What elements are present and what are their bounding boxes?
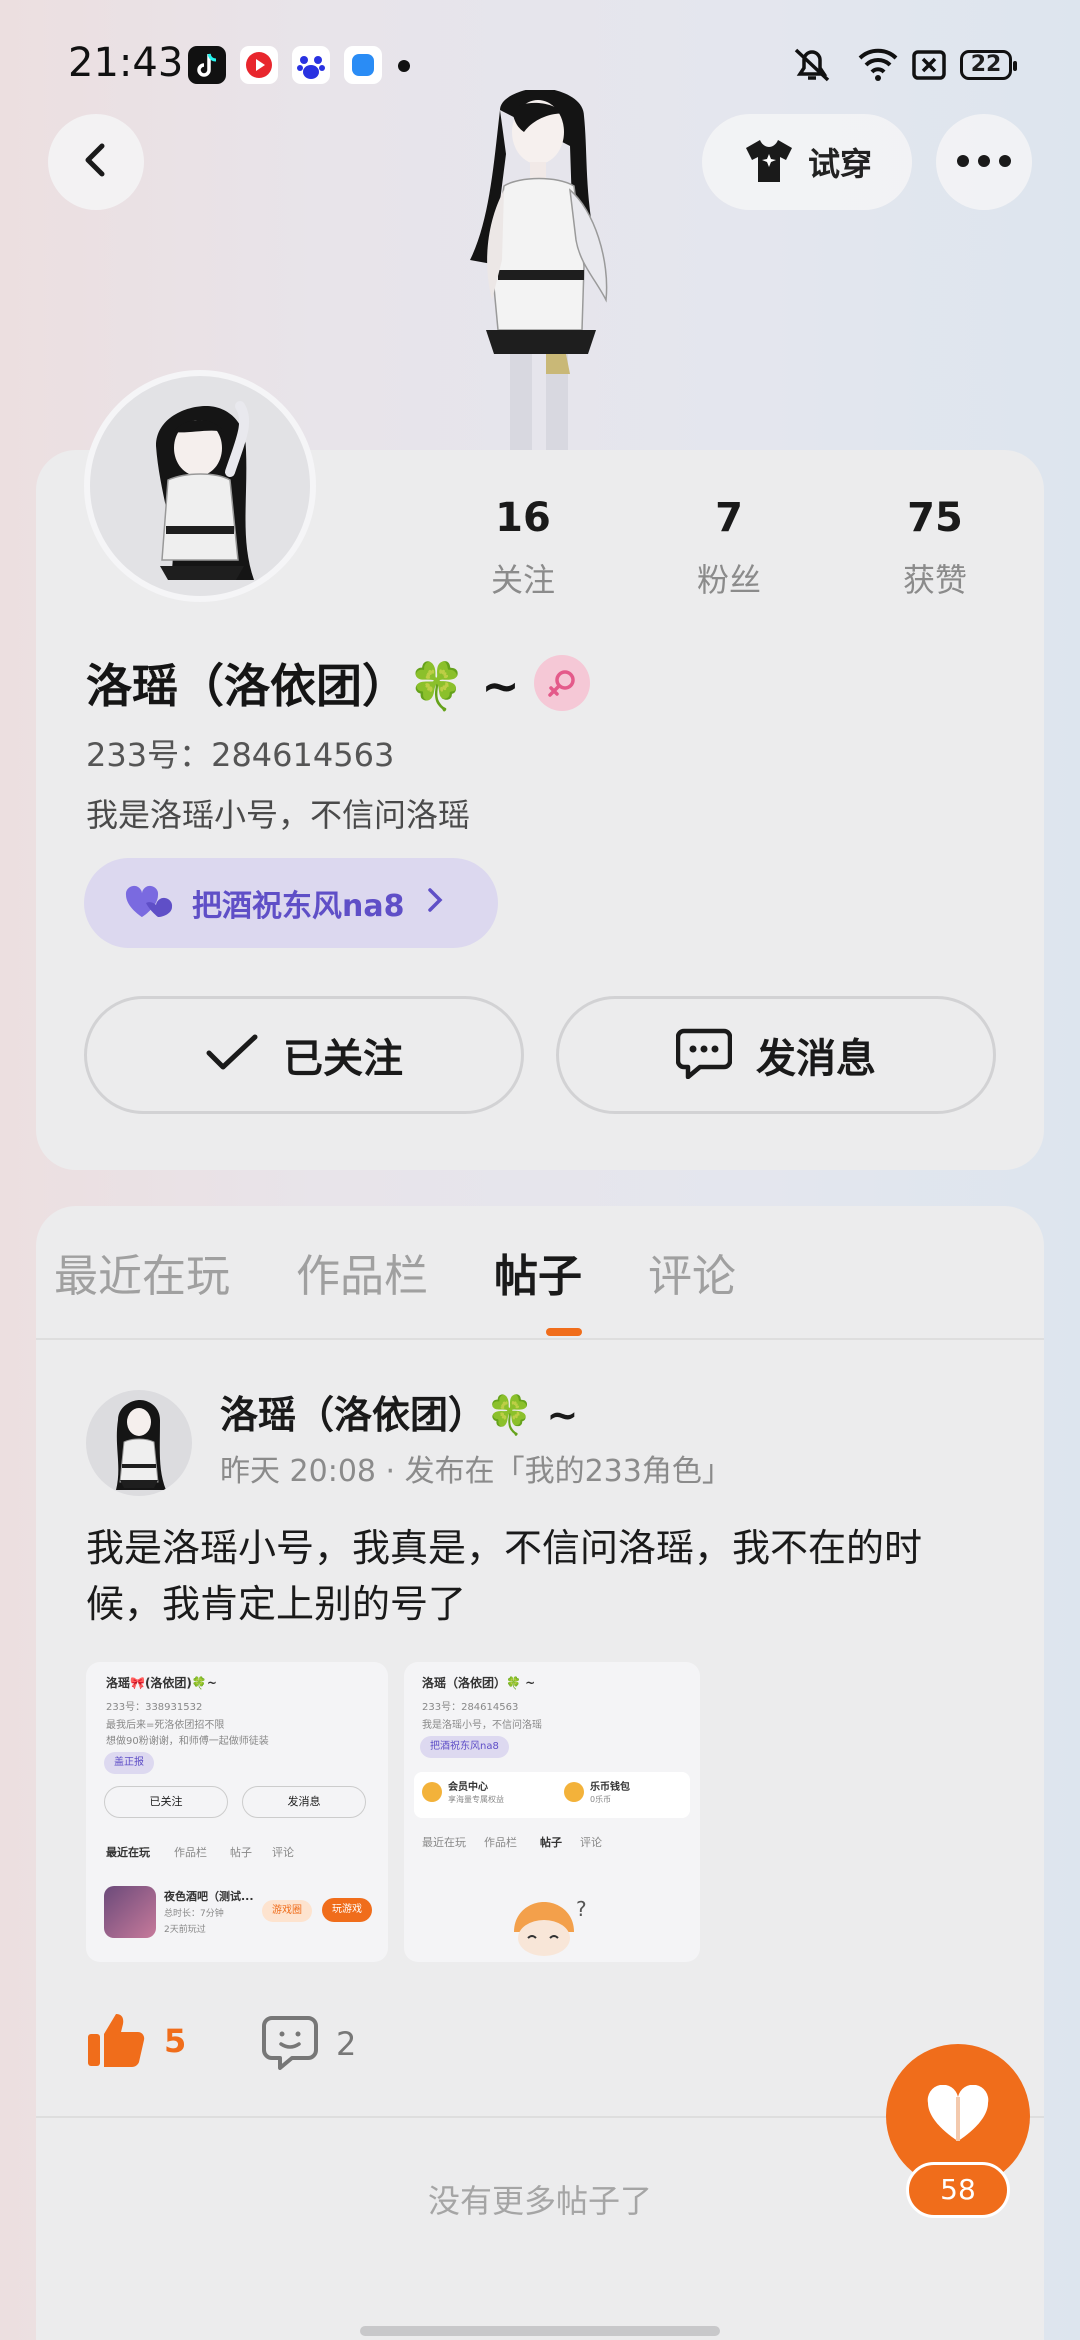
- active-tab-indicator: [546, 1328, 582, 1336]
- thumbs-up-icon: [86, 2010, 146, 2072]
- stat-likes[interactable]: 75 获赞: [832, 495, 1038, 601]
- floating-like-count: 58: [906, 2162, 1010, 2218]
- mini-tab: 作品栏: [174, 1846, 207, 1859]
- comment-icon: [262, 2014, 318, 2074]
- more-dots-icon: [956, 153, 1012, 172]
- mini-wallet-sub: 0乐币: [590, 1795, 612, 1804]
- battery-indicator: 22: [960, 50, 1017, 80]
- stat-followers[interactable]: 7 粉丝: [626, 495, 832, 601]
- mute-icon: [790, 44, 834, 88]
- stat-value: 75: [907, 495, 963, 541]
- mini-crown-icon: [422, 1782, 442, 1802]
- female-gender-icon: [533, 655, 590, 711]
- wifi-icon: [856, 44, 900, 88]
- profile-avatar[interactable]: [84, 370, 316, 602]
- try-on-button[interactable]: 试穿: [702, 114, 912, 210]
- svg-text:?: ?: [576, 1897, 587, 1921]
- post-image-1[interactable]: 洛瑶🎀(洛依团)🍀~ 233号：338931532 最我后来=死洛依团招不限 想…: [86, 1662, 388, 1962]
- mini-member-sub: 享海量专属权益: [448, 1795, 504, 1804]
- tabs-divider: [36, 1338, 1044, 1340]
- mini-tab: 评论: [580, 1836, 602, 1849]
- mini-follow: 已关注: [104, 1786, 228, 1818]
- followed-label: 已关注: [283, 1036, 403, 1082]
- send-message-label: 发消息: [756, 1036, 876, 1082]
- mini-game-sub: 2天前玩过: [164, 1925, 206, 1935]
- notification-dot: [398, 60, 410, 72]
- post-author-avatar[interactable]: [86, 1390, 192, 1496]
- tab-works[interactable]: 作品栏: [296, 1240, 428, 1304]
- mini-tab: 帖子: [230, 1846, 252, 1859]
- comment-count: 2: [336, 2025, 357, 2063]
- post-text[interactable]: 我是洛瑶小号，我真是，不信问洛瑶，我不在的时候，我肯定上别的号了: [86, 1520, 986, 1632]
- chat-bubble-icon: [675, 1027, 733, 1083]
- profile-bio: 我是洛瑶小号，不信问洛瑶: [86, 796, 471, 834]
- mini-line2: 想做90粉谢谢，和师傅一起做师徒装: [106, 1736, 269, 1747]
- double-heart-icon: [124, 883, 176, 923]
- mini-line1: 最我后来=死洛依团招不限: [106, 1720, 225, 1731]
- post-image-2[interactable]: 洛瑶（洛依团）🍀 ~ 233号：284614563 我是洛瑶小号，不信问洛瑶 把…: [404, 1662, 700, 1962]
- back-arrow-icon: [76, 140, 116, 184]
- post-author-name[interactable]: 洛瑶（洛依团）🍀 ~: [220, 1384, 578, 1439]
- mini-game-circle: 游戏圈: [262, 1900, 312, 1922]
- mini-coin-icon: [564, 1782, 584, 1802]
- tab-recently-played[interactable]: 最近在玩: [54, 1240, 230, 1304]
- mini-tab: 作品栏: [484, 1836, 517, 1849]
- stat-value: 16: [495, 495, 551, 541]
- tshirt-icon: [742, 136, 796, 188]
- blue-app-icon: [344, 46, 382, 84]
- tag-label: 把酒祝东风na8: [192, 889, 405, 924]
- send-message-button[interactable]: 发消息: [556, 996, 996, 1114]
- tiktok-icon: [188, 46, 226, 84]
- mini-name: 洛瑶（洛依团）🍀 ~: [422, 1676, 536, 1690]
- baidu-icon: [292, 46, 330, 84]
- mini-tab: 帖子: [540, 1836, 562, 1849]
- back-button[interactable]: [48, 114, 144, 210]
- mini-member-title: 会员中心: [448, 1782, 488, 1793]
- mini-name: 洛瑶🎀(洛依团)🍀~: [106, 1676, 217, 1690]
- mini-game-sub: 总时长：7分钟: [164, 1909, 224, 1919]
- try-on-label: 试穿: [807, 145, 872, 183]
- mini-game-title: 夜色酒吧（测试...: [164, 1890, 254, 1903]
- profile-stats: 16 关注 7 粉丝 75 获赞: [420, 495, 1040, 601]
- chevron-right-icon: [426, 884, 446, 922]
- post-meta: 昨天 20:08 · 发布在「我的233角色」: [220, 1454, 732, 1489]
- tab-posts[interactable]: 帖子: [494, 1240, 582, 1304]
- post-like-button[interactable]: 5: [86, 2010, 186, 2072]
- stat-label: 粉丝: [696, 561, 761, 599]
- tab-comments[interactable]: 评论: [648, 1240, 736, 1304]
- stat-label: 获赞: [902, 561, 967, 599]
- mini-message: 发消息: [242, 1786, 366, 1818]
- mini-game-icon: [104, 1886, 156, 1938]
- profile-uid: 233号：284614563: [86, 736, 395, 774]
- like-count: 5: [164, 2022, 187, 2060]
- stat-following[interactable]: 16 关注: [420, 495, 626, 601]
- mini-tab: 评论: [272, 1846, 294, 1859]
- stat-label: 关注: [490, 561, 555, 599]
- status-time: 21:43: [68, 40, 184, 86]
- mini-tag: 盖正报: [104, 1752, 154, 1774]
- mini-tab: 最近在玩: [106, 1846, 150, 1859]
- video-app-icon: [240, 46, 278, 84]
- mini-mascot: ?: [494, 1892, 604, 1962]
- followed-button[interactable]: 已关注: [84, 996, 524, 1114]
- profile-tabs: 最近在玩 作品栏 帖子 评论: [54, 1240, 736, 1304]
- post-comment-button[interactable]: 2: [262, 2014, 356, 2074]
- more-options-button[interactable]: [936, 114, 1032, 210]
- stat-value: 7: [715, 495, 743, 541]
- profile-name-row: 洛瑶（洛依团）🍀 ~: [86, 650, 590, 716]
- checkmark-icon: [205, 1033, 259, 1077]
- mini-tab: 最近在玩: [422, 1836, 466, 1849]
- heart-icon: [926, 2084, 990, 2147]
- mini-tag: 把酒祝东风na8: [420, 1736, 509, 1758]
- mini-wallet-title: 乐币钱包: [590, 1782, 630, 1793]
- mini-bio: 我是洛瑶小号，不信问洛瑶: [422, 1720, 542, 1731]
- sim-icon: [912, 50, 946, 84]
- profile-name: 洛瑶（洛依团）🍀 ~: [86, 659, 520, 713]
- home-indicator[interactable]: [360, 2326, 720, 2336]
- avatar-3d-figure: [430, 88, 650, 450]
- mini-uid: 233号：284614563: [422, 1702, 519, 1713]
- profile-tag-pill[interactable]: 把酒祝东风na8: [84, 858, 498, 948]
- mini-uid: 233号：338931532: [106, 1702, 203, 1713]
- mini-play-game: 玩游戏: [322, 1898, 372, 1922]
